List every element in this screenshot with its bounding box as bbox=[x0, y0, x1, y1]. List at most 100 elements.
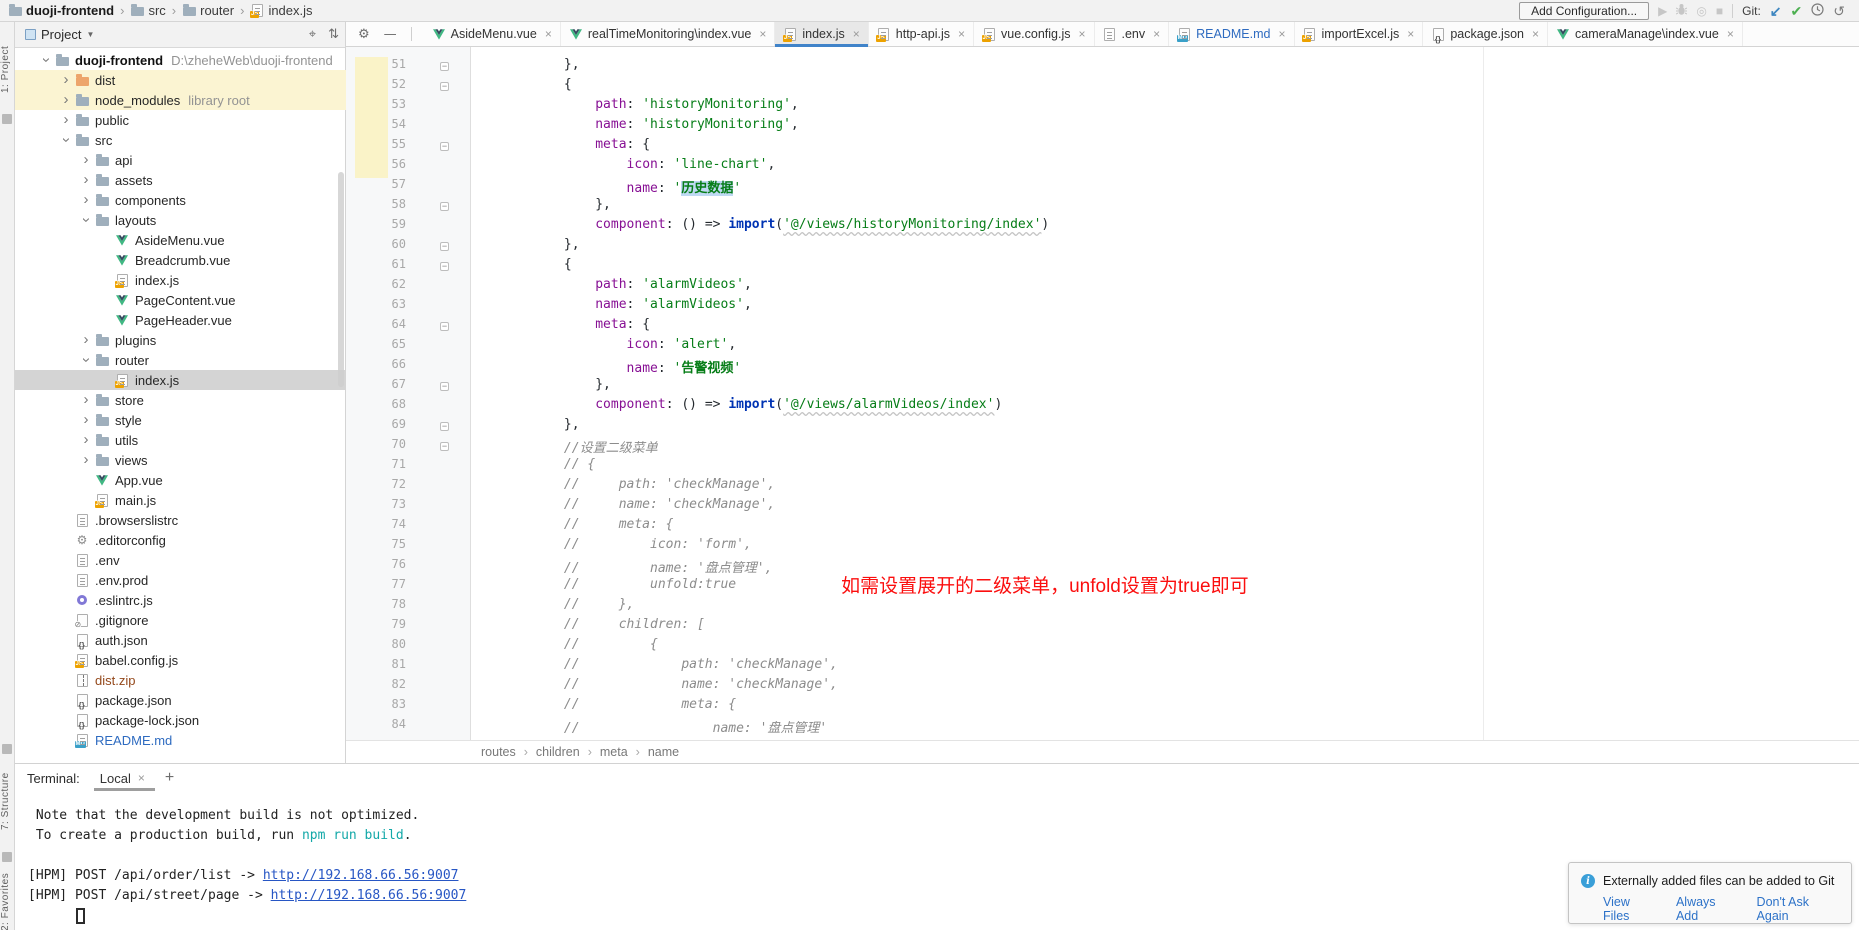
tree-row[interactable]: .env.prod bbox=[15, 570, 346, 590]
chevron-expanded-icon[interactable]: › bbox=[80, 211, 92, 229]
tree-row[interactable]: ›duoji-frontendD:\zheheWeb\duoji-fronten… bbox=[15, 50, 346, 70]
tree-row[interactable]: .env bbox=[15, 550, 346, 570]
chevron-expanded-icon[interactable]: › bbox=[60, 131, 72, 149]
tree-row[interactable]: ›src bbox=[15, 130, 346, 150]
git-history-icon[interactable] bbox=[1811, 3, 1824, 18]
tree-row[interactable]: ›api bbox=[15, 150, 346, 170]
tree-row[interactable]: ›router bbox=[15, 350, 346, 370]
new-terminal-icon[interactable]: + bbox=[165, 769, 174, 787]
tree-row[interactable]: ›node_moduleslibrary root bbox=[15, 90, 346, 110]
chevron-down-icon[interactable]: ▼ bbox=[86, 30, 94, 39]
tree-row[interactable]: PageContent.vue bbox=[15, 290, 346, 310]
tree-row[interactable]: MDREADME.md bbox=[15, 730, 346, 750]
add-configuration-button[interactable]: Add Configuration... bbox=[1519, 2, 1649, 20]
toolstrip-project-button[interactable]: 1: Project bbox=[0, 30, 15, 108]
fold-indicator[interactable] bbox=[440, 322, 449, 331]
tree-row[interactable]: .browserslistrc bbox=[15, 510, 346, 530]
close-icon[interactable]: × bbox=[1532, 27, 1539, 41]
git-rollback-icon[interactable]: ↺ bbox=[1833, 4, 1845, 18]
editor-tab[interactable]: {}package.json× bbox=[1423, 22, 1548, 46]
tree-row[interactable]: JSindex.js bbox=[15, 370, 346, 390]
chevron-collapsed-icon[interactable]: › bbox=[57, 94, 75, 106]
chevron-collapsed-icon[interactable]: › bbox=[57, 114, 75, 126]
tree-row[interactable]: ›store bbox=[15, 390, 346, 410]
editor-tab[interactable]: JShttp-api.js× bbox=[869, 22, 974, 46]
chevron-collapsed-icon[interactable]: › bbox=[77, 194, 95, 206]
close-icon[interactable]: × bbox=[1727, 27, 1734, 41]
collapse-all-icon[interactable]: ⇅ bbox=[328, 28, 339, 41]
fold-indicator[interactable] bbox=[440, 382, 449, 391]
close-icon[interactable]: × bbox=[1078, 27, 1085, 41]
editor-breadcrumb-item[interactable]: name bbox=[648, 745, 679, 759]
tree-row[interactable]: ›utils bbox=[15, 430, 346, 450]
fold-indicator[interactable] bbox=[440, 142, 449, 151]
tree-row[interactable]: {}package.json bbox=[15, 690, 346, 710]
tree-row[interactable]: ›style bbox=[15, 410, 346, 430]
editor-tab[interactable]: JSindex.js× bbox=[775, 22, 868, 46]
gear-icon[interactable]: ⚙ bbox=[358, 28, 370, 41]
close-icon[interactable]: × bbox=[958, 27, 965, 41]
tree-row[interactable]: JSindex.js bbox=[15, 270, 346, 290]
chevron-collapsed-icon[interactable]: › bbox=[77, 434, 95, 446]
chevron-collapsed-icon[interactable]: › bbox=[77, 454, 95, 466]
breadcrumb-item[interactable]: router bbox=[182, 3, 234, 18]
editor-tab[interactable]: .env× bbox=[1095, 22, 1170, 46]
close-icon[interactable]: × bbox=[853, 27, 860, 41]
tree-row[interactable]: JSmain.js bbox=[15, 490, 346, 510]
close-icon[interactable]: × bbox=[1407, 27, 1414, 41]
git-commit-icon[interactable]: ✔ bbox=[1791, 4, 1803, 18]
chevron-collapsed-icon[interactable]: › bbox=[77, 414, 95, 426]
editor-tab[interactable]: JSvue.config.js× bbox=[974, 22, 1095, 46]
chevron-collapsed-icon[interactable]: › bbox=[77, 394, 95, 406]
tree-row[interactable]: ⊘.gitignore bbox=[15, 610, 346, 630]
notification-action-link[interactable]: Always Add bbox=[1676, 895, 1739, 923]
tree-row[interactable]: dist.zip bbox=[15, 670, 346, 690]
editor-breadcrumb-item[interactable]: routes bbox=[481, 745, 516, 759]
notification-action-link[interactable]: Don't Ask Again bbox=[1757, 895, 1841, 923]
locate-file-icon[interactable]: ⌖ bbox=[309, 28, 316, 41]
chevron-collapsed-icon[interactable]: › bbox=[77, 334, 95, 346]
toolstrip-favorites-button[interactable]: 2: Favorites bbox=[0, 866, 15, 930]
fold-indicator[interactable] bbox=[440, 262, 449, 271]
terminal-tab-local[interactable]: Local × bbox=[98, 766, 147, 791]
tree-row[interactable]: ›plugins bbox=[15, 330, 346, 350]
fold-indicator[interactable] bbox=[440, 82, 449, 91]
editor-breadcrumb-item[interactable]: children bbox=[536, 745, 580, 759]
tree-row[interactable]: App.vue bbox=[15, 470, 346, 490]
chevron-collapsed-icon[interactable]: › bbox=[77, 154, 95, 166]
tree-row[interactable]: Breadcrumb.vue bbox=[15, 250, 346, 270]
terminal-link[interactable]: http://192.168.66.56:9007 bbox=[263, 868, 459, 883]
breadcrumb-item[interactable]: duoji-frontend bbox=[8, 3, 114, 18]
editor-tab[interactable]: realTimeMonitoring\index.vue× bbox=[561, 22, 776, 46]
close-icon[interactable]: × bbox=[545, 27, 552, 41]
fold-indicator[interactable] bbox=[440, 202, 449, 211]
toolstrip-structure-button[interactable]: 7: Structure bbox=[0, 758, 15, 844]
breadcrumb-item[interactable]: JSindex.js bbox=[250, 3, 312, 18]
tree-row[interactable]: AsideMenu.vue bbox=[15, 230, 346, 250]
tree-row[interactable]: ›components bbox=[15, 190, 346, 210]
close-icon[interactable]: × bbox=[138, 771, 145, 785]
tree-row[interactable]: ›layouts bbox=[15, 210, 346, 230]
notification-action-link[interactable]: View Files bbox=[1603, 895, 1658, 923]
tree-row[interactable]: ›views bbox=[15, 450, 346, 470]
tree-row[interactable]: ⚙.editorconfig bbox=[15, 530, 346, 550]
tree-row[interactable]: {}package-lock.json bbox=[15, 710, 346, 730]
hide-panel-icon[interactable]: — bbox=[384, 28, 397, 41]
breadcrumb-item[interactable]: src bbox=[130, 3, 165, 18]
chevron-expanded-icon[interactable]: › bbox=[40, 51, 52, 69]
tree-scrollbar[interactable] bbox=[338, 172, 344, 387]
git-update-icon[interactable]: ↙ bbox=[1770, 4, 1782, 18]
code-editor[interactable]: 51 },52 {53 path: 'historyMonitoring',54… bbox=[346, 47, 1859, 740]
terminal-title[interactable]: Terminal: bbox=[27, 771, 80, 786]
editor-tab[interactable]: MDREADME.md× bbox=[1169, 22, 1294, 46]
fold-indicator[interactable] bbox=[440, 442, 449, 451]
tree-row[interactable]: .eslintrc.js bbox=[15, 590, 346, 610]
tree-row[interactable]: {}auth.json bbox=[15, 630, 346, 650]
close-icon[interactable]: × bbox=[1278, 27, 1285, 41]
editor-tab[interactable]: cameraManage\index.vue× bbox=[1548, 22, 1743, 46]
tree-row[interactable]: PageHeader.vue bbox=[15, 310, 346, 330]
tree-row[interactable]: ›assets bbox=[15, 170, 346, 190]
chevron-expanded-icon[interactable]: › bbox=[80, 351, 92, 369]
close-icon[interactable]: × bbox=[759, 27, 766, 41]
editor-tab[interactable]: JSimportExcel.js× bbox=[1295, 22, 1424, 46]
